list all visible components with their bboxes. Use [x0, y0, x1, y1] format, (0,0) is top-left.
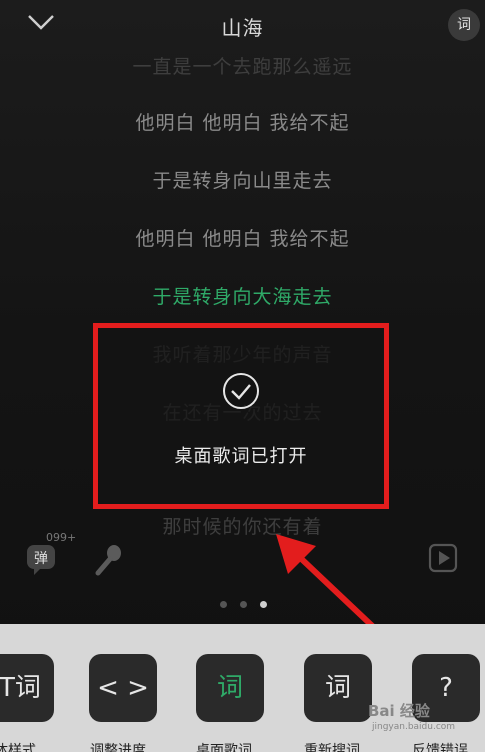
- watermark-main: Bai 经验: [368, 702, 430, 720]
- page-dot: [240, 601, 247, 608]
- desktop-lyrics-icon[interactable]: 词: [196, 654, 264, 722]
- watermark: Bai 经验 jingyan.baidu.com: [368, 700, 478, 740]
- adjust-progress-icon[interactable]: < >: [89, 654, 157, 722]
- tile-labels: 字体样式 调整进度 桌面歌词 重新搜词 反馈错误: [0, 740, 485, 752]
- danmu-count-badge: 099+: [46, 531, 77, 544]
- page-indicator: [218, 601, 270, 611]
- lyric-search-icon[interactable]: 词: [448, 9, 480, 41]
- music-player-screen: 山海 词 一直是一个去跑那么遥远 他明白 他明白 我给不起 于是转身向山里走去 …: [0, 0, 485, 752]
- watermark-sub: jingyan.baidu.com: [372, 722, 456, 732]
- tile-label: 反馈错误: [412, 743, 468, 752]
- lyric-line-current: 于是转身向大海走去: [152, 286, 333, 308]
- highlight-box: [93, 323, 389, 509]
- danmu-label: 弹: [34, 551, 48, 567]
- danmu-icon[interactable]: 弹: [24, 542, 60, 576]
- microphone-icon[interactable]: [92, 543, 126, 577]
- lyric-line: 他明白 他明白 我给不起: [135, 112, 350, 134]
- song-title: 山海: [221, 16, 264, 40]
- lyric-line: 于是转身向山里走去: [152, 170, 333, 192]
- tile-label: 桌面歌词: [196, 743, 252, 752]
- video-play-icon[interactable]: [428, 543, 458, 573]
- tile-label: 调整进度: [90, 743, 146, 752]
- tile-label: 字体样式: [0, 743, 36, 752]
- tile-label: 重新搜词: [304, 743, 360, 752]
- research-lyrics-icon[interactable]: 词: [304, 654, 372, 722]
- lyric-line: 一直是一个去跑那么遥远: [132, 56, 353, 78]
- page-dot-active: [260, 601, 267, 608]
- header-bar: 山海 词: [0, 0, 485, 52]
- page-dot: [220, 601, 227, 608]
- lyric-line: 他明白 他明白 我给不起: [135, 228, 350, 250]
- font-style-icon[interactable]: T词: [0, 654, 54, 722]
